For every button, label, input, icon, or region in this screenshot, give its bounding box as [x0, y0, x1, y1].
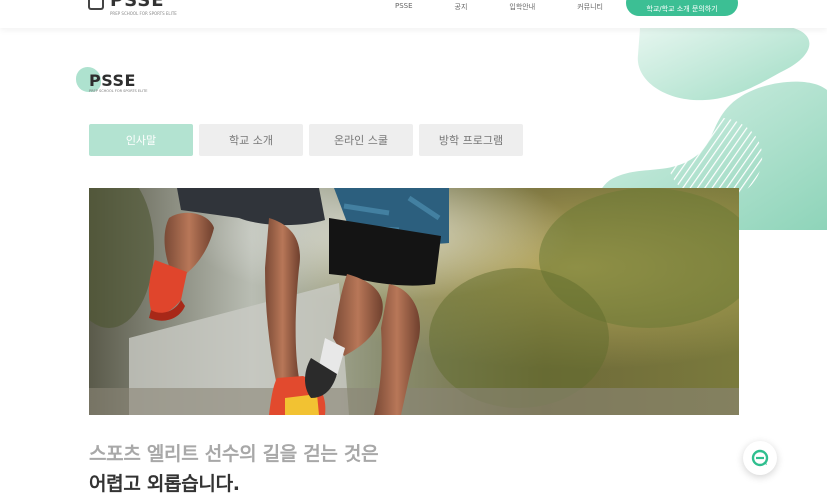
top-navigation: PSSE PREP SCHOOL FOR SPORTS ELITE PSSE 공… [0, 0, 827, 28]
logo-mark-icon [88, 0, 104, 10]
tab-online-school[interactable]: 온라인 스쿨 [309, 124, 413, 156]
site-logo-word: PSSE [89, 71, 136, 90]
main-menu: PSSE 공지 입학안내 커뮤니티 [395, 2, 603, 12]
menu-item-psse[interactable]: PSSE [395, 2, 413, 12]
tab-vacation-program[interactable]: 방학 프로그램 [419, 124, 523, 156]
menu-item-admission[interactable]: 입학안내 [509, 2, 535, 12]
tab-school-intro[interactable]: 학교 소개 [199, 124, 303, 156]
headline-line-1: 스포츠 엘리트 선수의 길을 걷는 것은 [89, 443, 379, 465]
hero-image-runners [89, 188, 739, 415]
site-logo-tagline: PREP SCHOOL FOR SPORTS ELITE [89, 89, 148, 93]
site-logo[interactable]: PSSE PREP SCHOOL FOR SPORTS ELITE [76, 66, 147, 93]
page: PSSE PREP SCHOOL FOR SPORTS ELITE PSSE 공… [0, 0, 827, 503]
header-logo-word: PSSE [110, 0, 165, 11]
menu-item-community[interactable]: 커뮤니티 [577, 2, 603, 12]
headline-line-2: 어렵고 외롭습니다. [89, 473, 240, 495]
menu-item-notice[interactable]: 공지 [455, 2, 468, 12]
header-logo-tagline: PREP SCHOOL FOR SPORTS ELITE [110, 11, 177, 16]
intro-headline: 스포츠 엘리트 선수의 길을 걷는 것은 어렵고 외롭습니다. [89, 439, 379, 496]
chat-bubble-icon [751, 449, 769, 467]
header-logo[interactable]: PSSE PREP SCHOOL FOR SPORTS ELITE [88, 0, 177, 16]
section-tabs: 인사말 학교 소개 온라인 스쿨 방학 프로그램 [89, 124, 523, 156]
tab-greeting[interactable]: 인사말 [89, 124, 193, 156]
floating-chat-button[interactable] [743, 441, 777, 475]
inquiry-cta-button[interactable]: 학교/학교 소개 문의하기 [626, 0, 738, 16]
